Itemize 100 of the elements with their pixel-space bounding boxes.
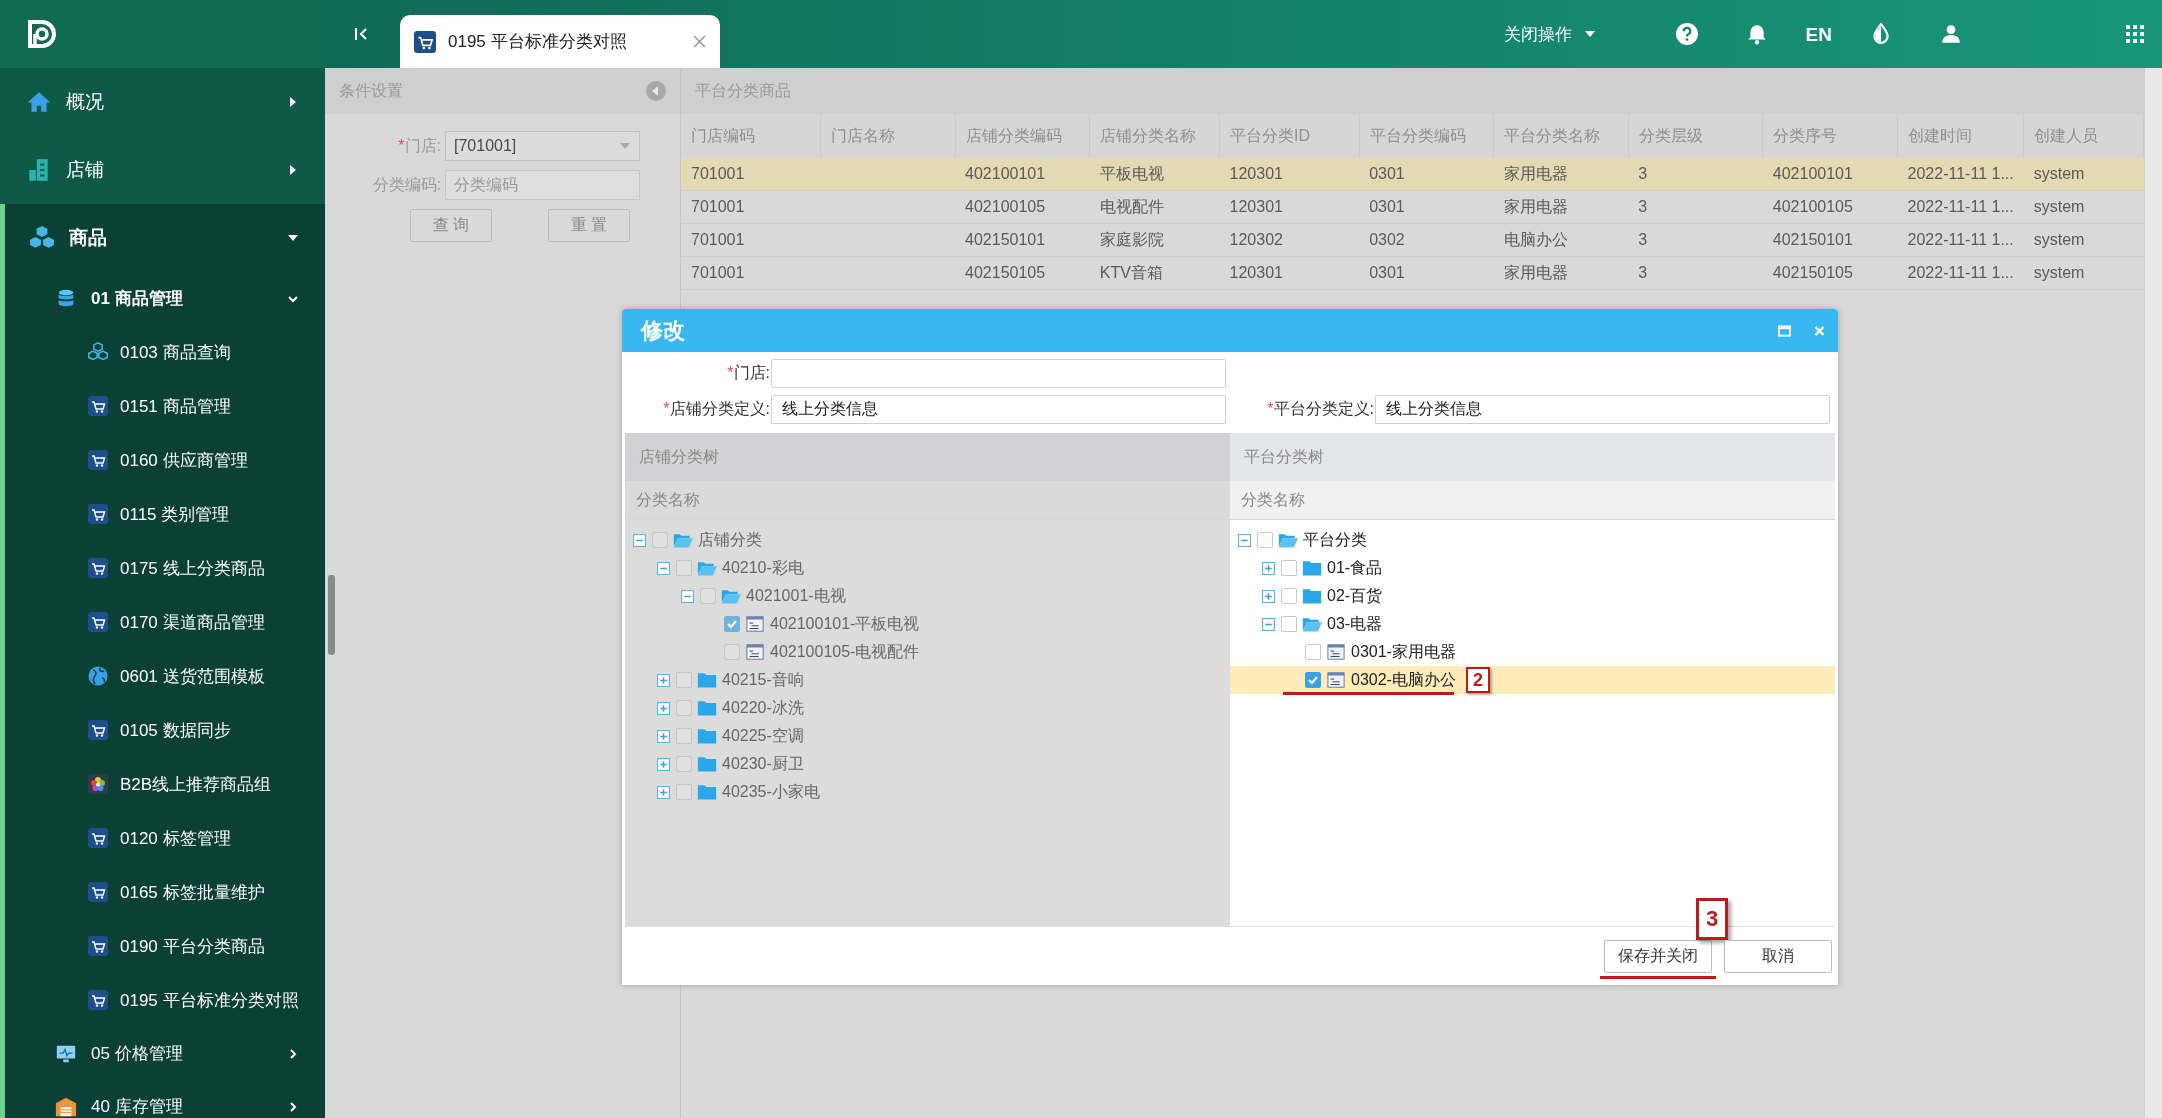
folder-icon xyxy=(697,727,717,745)
sidebar-item[interactable]: 概况 xyxy=(0,68,325,136)
tree-row[interactable]: 01-食品 xyxy=(1230,554,1835,582)
table-cell: 平板电视 xyxy=(1099,164,1164,182)
help-icon[interactable] xyxy=(1675,23,1698,45)
sidebar-item[interactable]: 01 商品管理 xyxy=(5,272,325,325)
cart-icon xyxy=(414,30,436,53)
field-label: 分类编码: xyxy=(371,174,442,195)
sidebar-item[interactable]: 0120 标签管理 xyxy=(5,811,325,865)
tree-row[interactable]: 02-百货 xyxy=(1230,582,1835,610)
expander-icon[interactable] xyxy=(1262,617,1275,631)
sidebar-item[interactable]: 0170 渠道商品管理 xyxy=(5,595,325,649)
table-row[interactable]: 701001 402150105 KTV音箱 120301 0301 家用电器 3 402150105 2022-11-11 1... system xyxy=(681,256,2144,290)
table-cell: 家用电器 xyxy=(1503,164,1568,182)
collapse-sidebar-icon[interactable] xyxy=(353,26,369,42)
folder-icon xyxy=(697,671,717,689)
sidebar-item[interactable]: 0175 线上分类商品 xyxy=(5,541,325,595)
close-menu-dropdown[interactable]: 关闭操作 xyxy=(1503,0,1596,68)
tree-node[interactable]: 0302-电脑办公 xyxy=(1351,669,1456,691)
sidebar-item[interactable]: 0601 送货范围模板 xyxy=(5,649,325,703)
table-cell: 0301 xyxy=(1369,198,1405,215)
contrast-icon[interactable] xyxy=(1870,23,1892,45)
store-select[interactable]: [701001] xyxy=(445,131,640,161)
checkbox[interactable] xyxy=(1257,532,1273,548)
sidebar-item[interactable]: 0151 商品管理 xyxy=(5,379,325,433)
sidebar-item[interactable]: B2B线上推荐商品组 xyxy=(5,757,325,811)
checkbox[interactable] xyxy=(1305,672,1321,688)
checkbox[interactable] xyxy=(1281,588,1297,604)
apps-grid-icon[interactable] xyxy=(2126,25,2144,43)
list-icon xyxy=(745,643,765,661)
sidebar-item[interactable]: 商品 xyxy=(5,204,325,272)
chevron-icon xyxy=(287,1100,299,1113)
field-label: *门店: xyxy=(397,135,442,156)
table-cell: 402100101 xyxy=(1772,165,1853,182)
checkbox[interactable] xyxy=(1281,616,1297,632)
table-cell: 家用电器 xyxy=(1503,263,1568,281)
table-row[interactable]: 701001 402150101 家庭影院 120302 0302 电脑办公 3 402150101 2022-11-11 1... system xyxy=(681,223,2144,257)
tree-node[interactable]: 02-百货 xyxy=(1327,585,1383,607)
cart-icon xyxy=(88,396,108,416)
expander-icon[interactable] xyxy=(1262,589,1275,603)
sidebar-item[interactable]: 0115 类别管理 xyxy=(5,487,325,541)
scrollbar[interactable] xyxy=(328,575,335,655)
open-folder-icon xyxy=(697,559,717,577)
table-cell: 家庭影院 xyxy=(1099,230,1164,248)
sidebar-item[interactable]: 0190 平台分类商品 xyxy=(5,919,325,973)
tree-node[interactable]: 01-食品 xyxy=(1327,557,1383,579)
sidebar-item[interactable]: 0165 标签批量维护 xyxy=(5,865,325,919)
table-cell: 402150105 xyxy=(1772,264,1853,281)
input-field[interactable]: 线上分类信息 xyxy=(1375,395,1830,424)
sidebar-item[interactable]: 40 库存管理 xyxy=(5,1080,325,1118)
table-cell: 3 xyxy=(1638,165,1648,182)
input-field[interactable]: 线上分类信息 xyxy=(771,395,1226,424)
close-icon[interactable] xyxy=(693,35,706,48)
cart-icon xyxy=(88,936,108,956)
input-field[interactable] xyxy=(771,359,1226,388)
open-folder-icon xyxy=(721,587,741,605)
tree-row[interactable]: 0302-电脑办公 2 xyxy=(1230,666,1835,694)
tree-row[interactable]: 平台分类 xyxy=(1230,526,1835,554)
user-icon[interactable] xyxy=(1940,23,1962,45)
sidebar-item[interactable]: 0195 平台标准分类对照 xyxy=(5,973,325,1027)
folder-icon xyxy=(697,783,717,801)
save-and-close-button[interactable]: 保存并关闭 xyxy=(1604,939,1712,973)
table-cell: 120301 xyxy=(1229,198,1283,215)
table-cell: 2022-11-11 1... xyxy=(1907,264,2014,281)
table-cell: 家用电器 xyxy=(1503,197,1568,215)
folder-icon xyxy=(1302,587,1322,605)
globe-icon xyxy=(88,666,108,686)
table-cell: 120301 xyxy=(1229,165,1283,182)
tree-row[interactable]: 0301-家用电器 xyxy=(1230,638,1835,666)
sidebar-item[interactable]: 05 价格管理 xyxy=(5,1027,325,1080)
sidebar-item[interactable]: 0103 商品查询 xyxy=(5,325,325,379)
language-toggle[interactable]: EN xyxy=(1805,24,1832,46)
tree-node[interactable]: 0301-家用电器 xyxy=(1351,641,1456,663)
checkbox[interactable] xyxy=(1305,644,1321,660)
input-field[interactable]: 分类编码 xyxy=(445,170,640,200)
page-tab[interactable]: 0195 平台标准分类对照 xyxy=(400,15,720,68)
table-cell: 3 xyxy=(1638,231,1648,248)
cubes-icon xyxy=(29,225,55,251)
tree-node[interactable]: 03-电器 xyxy=(1327,613,1383,635)
table-cell: 2022-11-11 1... xyxy=(1907,198,2014,215)
tree-row[interactable]: 03-电器 xyxy=(1230,610,1835,638)
sidebar-item[interactable]: 0105 数据同步 xyxy=(5,703,325,757)
cart-icon xyxy=(88,990,108,1010)
table-row[interactable]: 701001 402100105 电视配件 120301 0301 家用电器 3 402100105 2022-11-11 1... system xyxy=(681,190,2144,224)
cancel-button[interactable]: 取消 xyxy=(1724,939,1832,973)
expander-icon[interactable] xyxy=(1238,533,1251,547)
scrollbar[interactable] xyxy=(2144,68,2162,1118)
maximize-icon[interactable] xyxy=(1778,324,1791,337)
table-cell: 0301 xyxy=(1369,165,1405,182)
collapse-panel-icon[interactable] xyxy=(646,81,666,101)
folder-icon xyxy=(1302,559,1322,577)
column-header: 分类名称 xyxy=(1241,489,1305,510)
folder-icon xyxy=(697,755,717,773)
sidebar-item[interactable]: 店铺 xyxy=(0,136,325,204)
table-row[interactable]: 701001 402100101 平板电视 120301 0301 家用电器 3 402100101 2022-11-11 1... system xyxy=(681,158,2144,191)
expander-icon[interactable] xyxy=(1262,561,1275,575)
tree-node[interactable]: 平台分类 xyxy=(1303,529,1367,551)
sidebar-item[interactable]: 0160 供应商管理 xyxy=(5,433,325,487)
checkbox[interactable] xyxy=(1281,560,1297,576)
bell-icon[interactable] xyxy=(1745,23,1768,45)
